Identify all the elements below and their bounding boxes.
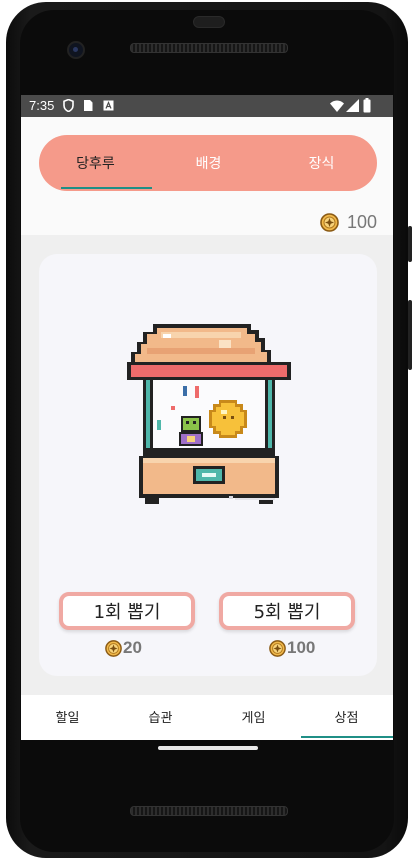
- tab-label: 당후루: [76, 155, 115, 171]
- nav-label: 상점: [334, 711, 359, 726]
- tab-label: 장식: [308, 155, 335, 171]
- front-camera: [67, 41, 85, 59]
- sd-card-icon: [84, 100, 93, 111]
- wifi-icon: [330, 100, 344, 112]
- draw-once-price-value: 20: [123, 638, 142, 657]
- status-time: 7:35: [29, 98, 55, 113]
- gacha-machine-image: [127, 324, 291, 504]
- tab-indicator: [61, 187, 152, 189]
- coin-balance-value: 100: [346, 212, 377, 232]
- nav-indicator: [301, 736, 393, 738]
- gesture-bar[interactable]: [158, 746, 258, 750]
- draw-once-price: 20: [105, 638, 142, 658]
- shop-header: 당후루 배경 장식 100: [21, 117, 393, 235]
- nav-label: 게임: [241, 711, 266, 726]
- top-speaker: [130, 43, 288, 53]
- coin-balance: 100: [320, 212, 377, 233]
- category-tabs: 당후루 배경 장식: [39, 135, 377, 191]
- status-bar: 7:35: [21, 95, 393, 117]
- bottom-navigation: 할일 습관 게임 상점: [21, 695, 393, 740]
- coin-icon: [105, 639, 122, 657]
- nav-item-todo[interactable]: 할일: [21, 695, 114, 738]
- tab-danghuru[interactable]: 당후루: [39, 135, 152, 191]
- nav-label: 할일: [55, 711, 80, 726]
- draw-five-price: 100: [269, 638, 315, 658]
- tab-decoration[interactable]: 장식: [265, 135, 378, 191]
- volume-button: [408, 300, 412, 370]
- bottom-speaker: [130, 806, 288, 816]
- power-button: [408, 226, 412, 262]
- app-screen: 7:35 당후루 배경 장식 100 1회 뽑기 5회 뽑기 20 100 할일…: [21, 95, 393, 740]
- app-notification-icon: [103, 100, 114, 111]
- tab-label: 배경: [195, 155, 222, 171]
- draw-five-label: 5회 뽑기: [253, 602, 321, 623]
- signal-icon: [346, 99, 359, 112]
- earpiece: [193, 16, 225, 28]
- nav-item-habit[interactable]: 습관: [114, 695, 207, 738]
- gacha-card: 1회 뽑기 5회 뽑기 20 100: [39, 254, 377, 676]
- draw-once-label: 1회 뽑기: [93, 602, 161, 623]
- shop-content: 1회 뽑기 5회 뽑기 20 100: [21, 235, 393, 695]
- shield-icon: [63, 99, 74, 112]
- nav-item-game[interactable]: 게임: [207, 695, 300, 738]
- battery-icon: [363, 98, 371, 113]
- coin-icon: [269, 639, 286, 657]
- tab-background[interactable]: 배경: [152, 135, 265, 191]
- coin-icon: [320, 213, 339, 232]
- nav-label: 습관: [148, 711, 173, 726]
- draw-five-price-value: 100: [287, 638, 316, 657]
- nav-item-shop[interactable]: 상점: [300, 695, 393, 738]
- draw-once-button[interactable]: 1회 뽑기: [59, 592, 195, 630]
- draw-five-button[interactable]: 5회 뽑기: [219, 592, 355, 630]
